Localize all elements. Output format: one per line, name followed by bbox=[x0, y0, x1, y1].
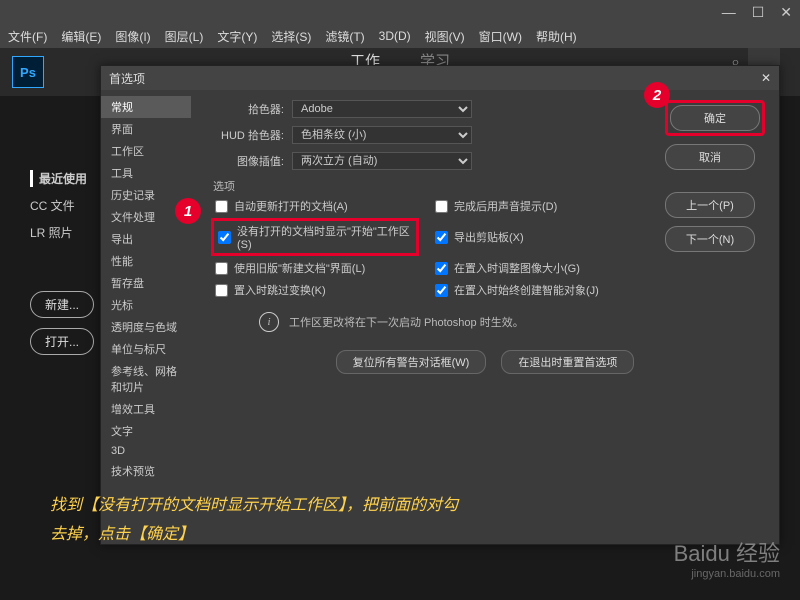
cb-show-start[interactable] bbox=[218, 231, 231, 244]
info-text: 工作区更改将在下一次启动 Photoshop 时生效。 bbox=[289, 314, 524, 330]
interp-label: 图像插值: bbox=[209, 153, 284, 169]
close-button[interactable]: ✕ bbox=[780, 4, 792, 21]
cat-type[interactable]: 文字 bbox=[101, 420, 191, 442]
sidebar-recent[interactable]: 最近使用 bbox=[30, 170, 94, 187]
dialog-header: 首选项 ✕ bbox=[101, 66, 779, 90]
menu-view[interactable]: 视图(V) bbox=[425, 28, 465, 45]
cat-export[interactable]: 导出 bbox=[101, 228, 191, 250]
menu-window[interactable]: 窗口(W) bbox=[479, 28, 522, 45]
menu-image[interactable]: 图像(I) bbox=[115, 28, 150, 45]
menu-file[interactable]: 文件(F) bbox=[8, 28, 47, 45]
cat-guides[interactable]: 参考线、网格和切片 bbox=[101, 360, 191, 398]
cat-3d[interactable]: 3D bbox=[101, 442, 191, 460]
minimize-button[interactable]: — bbox=[722, 4, 736, 20]
menu-select[interactable]: 选择(S) bbox=[271, 28, 311, 45]
cb-skip-transform-label: 置入时跳过变换(K) bbox=[234, 282, 326, 298]
sidebar-lr-photos[interactable]: LR 照片 bbox=[30, 224, 94, 241]
watermark: Baidu 经验 jingyan.baidu.com bbox=[674, 536, 780, 580]
menu-type[interactable]: 文字(Y) bbox=[217, 28, 257, 45]
prev-button[interactable]: 上一个(P) bbox=[665, 192, 755, 218]
watermark-url: jingyan.baidu.com bbox=[674, 568, 780, 580]
dialog-close-icon[interactable]: ✕ bbox=[761, 71, 771, 85]
cb-beep[interactable] bbox=[435, 200, 448, 213]
cb-legacy-new[interactable] bbox=[215, 262, 228, 275]
prefs-content: 拾色器: Adobe HUD 拾色器: 色相条纹 (小) 图像插值: 两次立方 … bbox=[191, 90, 779, 544]
titlebar: — ☐ ✕ bbox=[0, 0, 800, 24]
cb-resize-place-label: 在置入时调整图像大小(G) bbox=[454, 260, 580, 276]
hud-select[interactable]: 色相条纹 (小) bbox=[292, 126, 472, 144]
watermark-brand: Baidu 经验 bbox=[674, 536, 780, 568]
cb-legacy-new-label: 使用旧版"新建文档"界面(L) bbox=[234, 260, 365, 276]
preferences-dialog: 首选项 ✕ 常规 界面 工作区 工具 历史记录 文件处理 导出 性能 暂存盘 光… bbox=[100, 65, 780, 545]
cat-cursors[interactable]: 光标 bbox=[101, 294, 191, 316]
info-icon: i bbox=[259, 312, 279, 332]
menubar: 文件(F) 编辑(E) 图像(I) 图层(L) 文字(Y) 选择(S) 滤镜(T… bbox=[0, 24, 800, 48]
picker-label: 拾色器: bbox=[209, 101, 284, 117]
reset-warnings-button[interactable]: 复位所有警告对话框(W) bbox=[336, 350, 487, 374]
annotation-marker-2: 2 bbox=[644, 82, 670, 108]
cb-skip-transform[interactable] bbox=[215, 284, 228, 297]
menu-edit[interactable]: 编辑(E) bbox=[61, 28, 101, 45]
menu-3d[interactable]: 3D(D) bbox=[379, 29, 411, 43]
cat-plugins[interactable]: 增效工具 bbox=[101, 398, 191, 420]
cb-show-start-label: 没有打开的文档时显示"开始"工作区(S) bbox=[237, 223, 412, 251]
cat-transparency[interactable]: 透明度与色域 bbox=[101, 316, 191, 338]
sidebar-cc-files[interactable]: CC 文件 bbox=[30, 197, 94, 214]
hud-label: HUD 拾色器: bbox=[209, 127, 284, 143]
cb-beep-label: 完成后用声音提示(D) bbox=[454, 198, 557, 214]
cb-smart-object-label: 在置入时始终创建智能对象(J) bbox=[454, 282, 599, 298]
reset-on-quit-button[interactable]: 在退出时重置首选项 bbox=[501, 350, 634, 374]
cancel-button[interactable]: 取消 bbox=[665, 144, 755, 170]
cb-resize-place[interactable] bbox=[435, 262, 448, 275]
cat-workspace[interactable]: 工作区 bbox=[101, 140, 191, 162]
cb-smart-object[interactable] bbox=[435, 284, 448, 297]
home-sidebar: 最近使用 CC 文件 LR 照片 新建... 打开... bbox=[30, 170, 94, 365]
cat-performance[interactable]: 性能 bbox=[101, 250, 191, 272]
prefs-category-list: 常规 界面 工作区 工具 历史记录 文件处理 导出 性能 暂存盘 光标 透明度与… bbox=[101, 90, 191, 544]
next-button[interactable]: 下一个(N) bbox=[665, 226, 755, 252]
cb-export-clipboard[interactable] bbox=[435, 231, 448, 244]
cb-export-clipboard-label: 导出剪贴板(X) bbox=[454, 229, 524, 245]
cat-tools[interactable]: 工具 bbox=[101, 162, 191, 184]
picker-select[interactable]: Adobe bbox=[292, 100, 472, 118]
ps-logo-icon: Ps bbox=[12, 56, 44, 88]
cat-general[interactable]: 常规 bbox=[101, 96, 191, 118]
cat-units[interactable]: 单位与标尺 bbox=[101, 338, 191, 360]
open-button[interactable]: 打开... bbox=[30, 328, 94, 355]
menu-filter[interactable]: 滤镜(T) bbox=[325, 28, 364, 45]
maximize-button[interactable]: ☐ bbox=[752, 4, 765, 21]
cat-scratch[interactable]: 暂存盘 bbox=[101, 272, 191, 294]
tutorial-caption: 找到【没有打开的文档时显示开始工作区】，把前面的对勾 去掉，点击【确定】 bbox=[50, 492, 458, 550]
cat-preview[interactable]: 技术预览 bbox=[101, 460, 191, 482]
interp-select[interactable]: 两次立方 (自动) bbox=[292, 152, 472, 170]
cb-auto-update[interactable] bbox=[215, 200, 228, 213]
menu-help[interactable]: 帮助(H) bbox=[536, 28, 577, 45]
menu-layer[interactable]: 图层(L) bbox=[165, 28, 204, 45]
cb-auto-update-label: 自动更新打开的文档(A) bbox=[234, 198, 348, 214]
ok-button[interactable]: 确定 bbox=[670, 105, 760, 131]
cat-interface[interactable]: 界面 bbox=[101, 118, 191, 140]
new-button[interactable]: 新建... bbox=[30, 291, 94, 318]
dialog-title: 首选项 bbox=[109, 70, 145, 87]
annotation-marker-1: 1 bbox=[175, 198, 201, 224]
